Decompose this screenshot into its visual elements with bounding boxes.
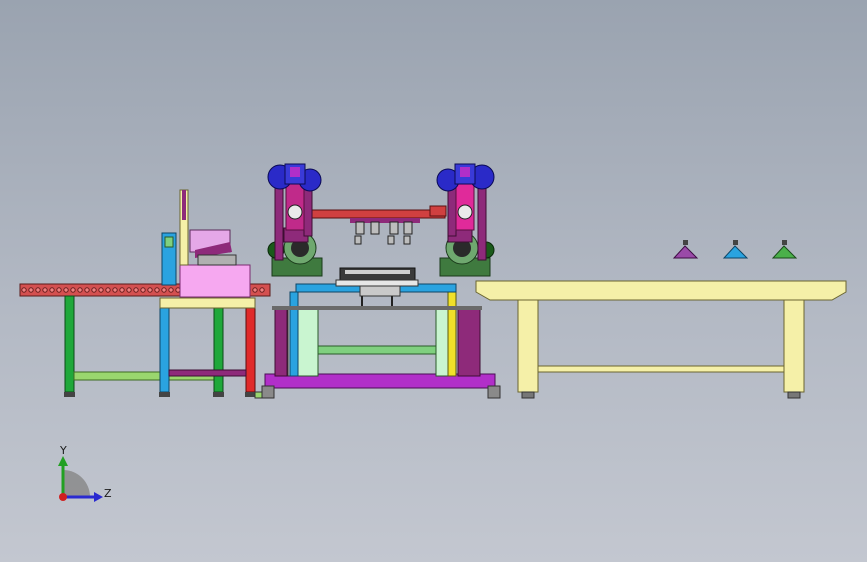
cad-assembly-drawing: Y Z (19, 163, 847, 502)
conveyor-roller (28, 287, 34, 293)
conveyor-roller (168, 287, 174, 293)
conveyor-roller (49, 287, 55, 293)
conveyor-roller (70, 287, 76, 293)
z-axis-label: Z (104, 487, 112, 500)
suction-cup-blue (722, 240, 749, 259)
conveyor-leg-left (64, 295, 75, 393)
conveyor-roller (119, 287, 125, 293)
left-robot (267, 163, 323, 277)
y-axis-label: Y (59, 444, 67, 457)
x-axis-dot (59, 493, 67, 501)
yellow-table (475, 280, 847, 399)
coordinate-triad: Y Z (58, 444, 112, 502)
conveyor-roller (98, 287, 104, 293)
conveyor-roller (140, 287, 146, 293)
conveyor-roller (84, 287, 90, 293)
conveyor-roller (126, 287, 132, 293)
conveyor-roller (112, 287, 118, 293)
suction-cup-purple (672, 240, 699, 259)
conveyor-roller (21, 287, 27, 293)
conveyor-roller (161, 287, 167, 293)
conveyor-roller (63, 287, 69, 293)
pink-material-box (179, 264, 251, 298)
suction-cup-green (771, 240, 798, 259)
conveyor-roller (105, 287, 111, 293)
conveyor-roller (91, 287, 97, 293)
conveyor-roller (35, 287, 41, 293)
conveyor-roller (42, 287, 48, 293)
conveyor-roller (147, 287, 153, 293)
conveyor-roller (56, 287, 62, 293)
robot-base-frame (261, 283, 501, 399)
conveyor-roller (77, 287, 83, 293)
conveyor-roller (133, 287, 139, 293)
conveyor-roller (259, 287, 265, 293)
conveyor-roller (154, 287, 160, 293)
right-robot (436, 163, 495, 277)
gripper-beam (309, 205, 447, 245)
conveyor-roller (252, 287, 258, 293)
cad-viewport[interactable]: Y Z (0, 0, 867, 562)
